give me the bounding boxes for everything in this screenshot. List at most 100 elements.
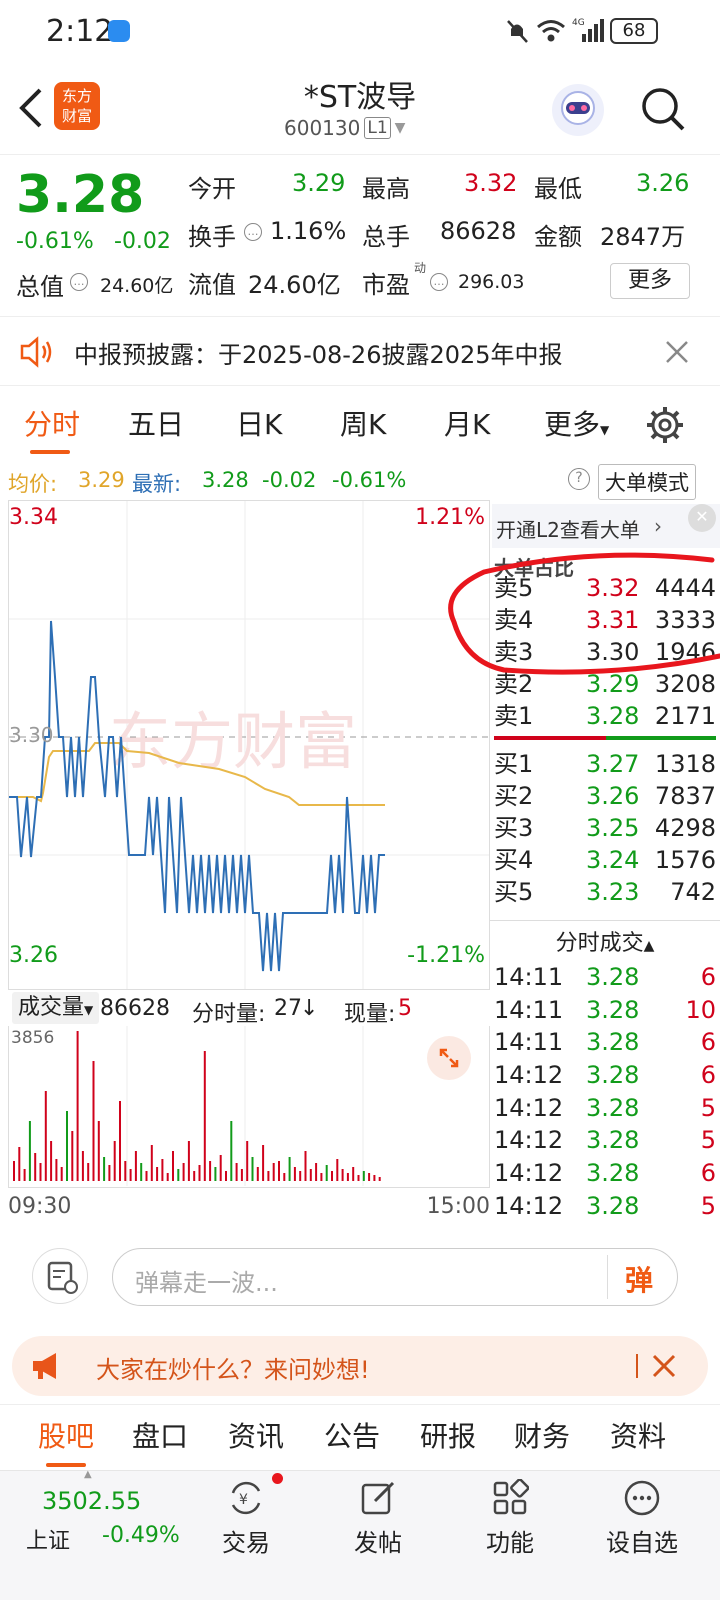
l2-banner[interactable]: 开通L2查看大单 › ✕: [492, 504, 720, 548]
status-bar: 2:12 4G 68: [0, 0, 720, 68]
notice-bar[interactable]: 中报预披露：于2025-08-26披露2025年中报: [0, 316, 720, 386]
index-ticker[interactable]: ▲ 3502.55 上证 -0.49%: [20, 1469, 200, 1581]
volume-bar: [278, 1161, 280, 1181]
avg-bar-change: -0.02: [262, 468, 317, 492]
trade-time: 14:11: [494, 1028, 564, 1057]
logo-text-2: 财富: [61, 107, 92, 125]
active-tab-indicator: [30, 450, 70, 454]
tab-more[interactable]: 更多▼: [544, 390, 609, 460]
gear-icon[interactable]: [646, 406, 684, 444]
stock-code-row: 600130 L1 ▼: [284, 116, 405, 140]
info-icon[interactable]: …: [70, 273, 88, 291]
bid-price: 3.23: [586, 878, 640, 906]
status-time: 2:12: [46, 14, 114, 49]
tab-five-day[interactable]: 五日: [128, 390, 184, 460]
hand-drawn-annotation: [448, 552, 720, 675]
ask-label: 卖1: [494, 702, 534, 730]
chart-watermark: 东方财富: [109, 705, 357, 778]
nav-post-label: 发帖: [354, 1529, 402, 1557]
danmu-divider: [607, 1255, 608, 1299]
volume-bar: [293, 1167, 296, 1181]
now-volume-value: 5: [398, 996, 412, 1021]
trade-price: 3.28: [586, 1191, 640, 1220]
arrow-down-icon: ↓: [300, 996, 319, 1021]
tab-weekly-k[interactable]: 周K: [340, 390, 386, 460]
volume-chart[interactable]: 3856: [8, 1026, 490, 1188]
danmu-settings-icon[interactable]: [32, 1248, 88, 1304]
big-order-mode-button[interactable]: 大单模式: [598, 464, 696, 500]
danmu-input[interactable]: 弹幕走一波... 弹: [112, 1248, 678, 1306]
volume-bar: [209, 1161, 212, 1181]
active-tab-indicator: [46, 1463, 86, 1467]
trade-time: 14:12: [494, 1061, 564, 1090]
search-icon[interactable]: [640, 86, 686, 132]
volume-bar: [108, 1165, 111, 1181]
change-pct: -0.61%: [16, 229, 94, 254]
bid-price: 3.26: [586, 782, 640, 810]
volume-bar: [182, 1163, 185, 1181]
float-label: 流值: [188, 271, 236, 299]
turnover-label: 换手: [188, 223, 236, 251]
bid-qty: 1318: [654, 750, 716, 778]
trades-title: 分时成交▲: [490, 925, 720, 957]
close-icon[interactable]: [650, 1352, 678, 1380]
logo-text-1: 东方: [61, 87, 92, 105]
danmu-send-button[interactable]: 弹: [625, 1259, 653, 1299]
volume-bar: [23, 1169, 26, 1181]
caret-down-icon: ▼: [600, 423, 610, 437]
trade-row: 14:11 3.28 10: [490, 994, 720, 1027]
help-icon[interactable]: ?: [568, 468, 590, 490]
tab-daily-k[interactable]: 日K: [236, 390, 282, 460]
trade-time: 14:12: [494, 1159, 564, 1188]
volume-bar: [235, 1163, 238, 1181]
app-logo[interactable]: 东方 财富: [54, 82, 100, 130]
caret-up-icon: ▲: [84, 1469, 92, 1480]
nav-trade[interactable]: ¥ 交易: [186, 1471, 306, 1591]
volume-bar: [81, 1151, 84, 1181]
volume-bar: [55, 1159, 58, 1181]
back-icon[interactable]: [16, 86, 48, 130]
volume-bar: [368, 1173, 371, 1181]
chart-bottom-pct: -1.21%: [407, 943, 485, 968]
nav-features[interactable]: 功能: [450, 1471, 570, 1591]
nav-watchlist[interactable]: 设自选: [582, 1471, 702, 1591]
info-icon[interactable]: …: [430, 273, 448, 291]
volume-bar: [225, 1171, 227, 1181]
volume-bar: [113, 1141, 116, 1181]
nav-post[interactable]: 发帖: [318, 1471, 438, 1591]
current-price: 3.28: [16, 165, 145, 225]
price-line: [9, 620, 385, 972]
robot-assistant-icon[interactable]: [552, 84, 604, 136]
volume-bar: [256, 1167, 259, 1181]
bid-price: 3.24: [586, 846, 640, 874]
volume-bar: [156, 1167, 159, 1181]
volume-bar: [214, 1167, 217, 1181]
tab-news[interactable]: 资讯: [228, 1415, 284, 1455]
tab-announcements[interactable]: 公告: [324, 1415, 380, 1455]
content-tabs: 股吧 盘口 资讯 公告 研报 财务 资料: [0, 1404, 720, 1470]
volume-bar: [187, 1141, 190, 1181]
ask-miaoxiang-banner[interactable]: 大家在炒什么？来问妙想!: [12, 1336, 708, 1396]
tick-trades[interactable]: 分时成交▲ 14:11 3.28 6 14:11 3.28 10 14:11 3.28 6 …: [490, 920, 720, 1225]
bid-label: 买4: [494, 846, 534, 874]
banner-close-icon[interactable]: ✕: [688, 504, 716, 532]
volume-bar: [262, 1145, 265, 1181]
expand-icon[interactable]: [427, 1036, 471, 1080]
tab-guba[interactable]: 股吧: [38, 1415, 94, 1455]
level-badge[interactable]: L1: [364, 117, 391, 139]
bid-qty: 1576: [654, 846, 716, 874]
info-icon[interactable]: …: [244, 223, 262, 241]
tab-pankou[interactable]: 盘口: [132, 1415, 188, 1455]
tab-research[interactable]: 研报: [420, 1415, 476, 1455]
volume-bar: [76, 1031, 79, 1181]
tab-profile[interactable]: 资料: [610, 1415, 666, 1455]
intraday-chart[interactable]: 东方财富 3.34 3.30 3.26 1.21% -1.21%: [8, 500, 490, 990]
volume-bar: [341, 1169, 344, 1181]
volume-bar: [198, 1165, 201, 1181]
volume-selector[interactable]: 成交量▼: [12, 992, 100, 1024]
more-button[interactable]: 更多: [610, 263, 690, 299]
chevron-down-icon[interactable]: ▼: [395, 120, 406, 136]
close-icon[interactable]: [664, 339, 690, 365]
tab-monthly-k[interactable]: 月K: [444, 390, 490, 460]
tab-finance[interactable]: 财务: [514, 1415, 570, 1455]
